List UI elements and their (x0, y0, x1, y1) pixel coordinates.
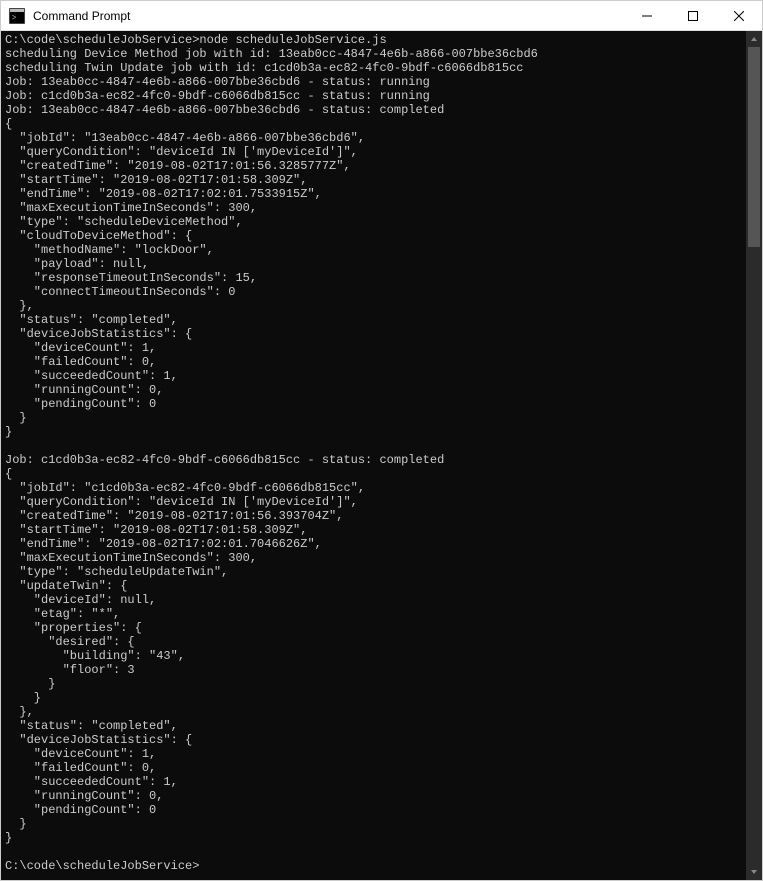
terminal-line: } (5, 677, 742, 691)
terminal-line: "runningCount": 0, (5, 789, 742, 803)
terminal-line: Job: 13eab0cc-4847-4e6b-a866-007bbe36cbd… (5, 103, 742, 117)
scrollbar-up-button[interactable] (746, 31, 762, 47)
window-controls (624, 1, 762, 30)
vertical-scrollbar[interactable] (746, 31, 762, 880)
terminal-line: "maxExecutionTimeInSeconds": 300, (5, 201, 742, 215)
terminal-line: "deviceCount": 1, (5, 341, 742, 355)
terminal-line: "properties": { (5, 621, 742, 635)
terminal-line: "responseTimeoutInSeconds": 15, (5, 271, 742, 285)
terminal-line: "cloudToDeviceMethod": { (5, 229, 742, 243)
terminal-line: "succeededCount": 1, (5, 369, 742, 383)
terminal-line: "failedCount": 0, (5, 761, 742, 775)
terminal-line: "runningCount": 0, (5, 383, 742, 397)
terminal-line: "type": "scheduleDeviceMethod", (5, 215, 742, 229)
svg-text:>: > (12, 13, 17, 22)
terminal-line (5, 439, 742, 453)
terminal-line: "methodName": "lockDoor", (5, 243, 742, 257)
close-button[interactable] (716, 1, 762, 30)
terminal-line: } (5, 691, 742, 705)
terminal-line: }, (5, 299, 742, 313)
terminal-line: "deviceJobStatistics": { (5, 327, 742, 341)
terminal-line: "building": "43", (5, 649, 742, 663)
terminal-line: } (5, 411, 742, 425)
terminal-line: scheduling Twin Update job with id: c1cd… (5, 61, 742, 75)
terminal-line: "jobId": "13eab0cc-4847-4e6b-a866-007bbe… (5, 131, 742, 145)
terminal-line: "jobId": "c1cd0b3a-ec82-4fc0-9bdf-c6066d… (5, 481, 742, 495)
terminal-line: C:\code\scheduleJobService>node schedule… (5, 33, 742, 47)
terminal-line: "desired": { (5, 635, 742, 649)
terminal-line: }, (5, 705, 742, 719)
scrollbar-thumb[interactable] (748, 47, 760, 247)
maximize-button[interactable] (670, 1, 716, 30)
terminal-line: "deviceJobStatistics": { (5, 733, 742, 747)
terminal-line: "floor": 3 (5, 663, 742, 677)
terminal-line: "status": "completed", (5, 719, 742, 733)
terminal-line: "maxExecutionTimeInSeconds": 300, (5, 551, 742, 565)
titlebar[interactable]: > Command Prompt (1, 1, 762, 31)
terminal-area: C:\code\scheduleJobService>node schedule… (1, 31, 762, 880)
terminal-line: "deviceId": null, (5, 593, 742, 607)
terminal-line: } (5, 817, 742, 831)
terminal-line: "status": "completed", (5, 313, 742, 327)
terminal-line: "type": "scheduleUpdateTwin", (5, 565, 742, 579)
scrollbar-down-button[interactable] (746, 864, 762, 880)
terminal-line: "pendingCount": 0 (5, 397, 742, 411)
terminal-line: } (5, 425, 742, 439)
terminal-line: "updateTwin": { (5, 579, 742, 593)
terminal-line: "startTime": "2019-08-02T17:01:58.309Z", (5, 523, 742, 537)
terminal-line: Job: c1cd0b3a-ec82-4fc0-9bdf-c6066db815c… (5, 89, 742, 103)
terminal-line: C:\code\scheduleJobService> (5, 859, 742, 873)
terminal-line: "failedCount": 0, (5, 355, 742, 369)
terminal-line: "pendingCount": 0 (5, 803, 742, 817)
terminal-line: "endTime": "2019-08-02T17:02:01.7533915Z… (5, 187, 742, 201)
terminal-output[interactable]: C:\code\scheduleJobService>node schedule… (1, 31, 746, 880)
terminal-line: "connectTimeoutInSeconds": 0 (5, 285, 742, 299)
terminal-line: "createdTime": "2019-08-02T17:01:56.3937… (5, 509, 742, 523)
terminal-line: Job: 13eab0cc-4847-4e6b-a866-007bbe36cbd… (5, 75, 742, 89)
window-title: Command Prompt (33, 9, 624, 23)
terminal-line: "startTime": "2019-08-02T17:01:58.309Z", (5, 173, 742, 187)
terminal-line: } (5, 831, 742, 845)
terminal-line: { (5, 117, 742, 131)
terminal-line (5, 845, 742, 859)
terminal-line: "queryCondition": "deviceId IN ['myDevic… (5, 495, 742, 509)
terminal-line: "createdTime": "2019-08-02T17:01:56.3285… (5, 159, 742, 173)
minimize-button[interactable] (624, 1, 670, 30)
terminal-line: "succeededCount": 1, (5, 775, 742, 789)
app-icon: > (9, 8, 25, 24)
terminal-line: "endTime": "2019-08-02T17:02:01.7046626Z… (5, 537, 742, 551)
terminal-line: scheduling Device Method job with id: 13… (5, 47, 742, 61)
terminal-line: "payload": null, (5, 257, 742, 271)
terminal-line: { (5, 467, 742, 481)
terminal-line: "queryCondition": "deviceId IN ['myDevic… (5, 145, 742, 159)
terminal-line: "etag": "*", (5, 607, 742, 621)
terminal-line: "deviceCount": 1, (5, 747, 742, 761)
command-prompt-window: > Command Prompt C:\code\scheduleJobServ… (0, 0, 763, 881)
terminal-line: Job: c1cd0b3a-ec82-4fc0-9bdf-c6066db815c… (5, 453, 742, 467)
